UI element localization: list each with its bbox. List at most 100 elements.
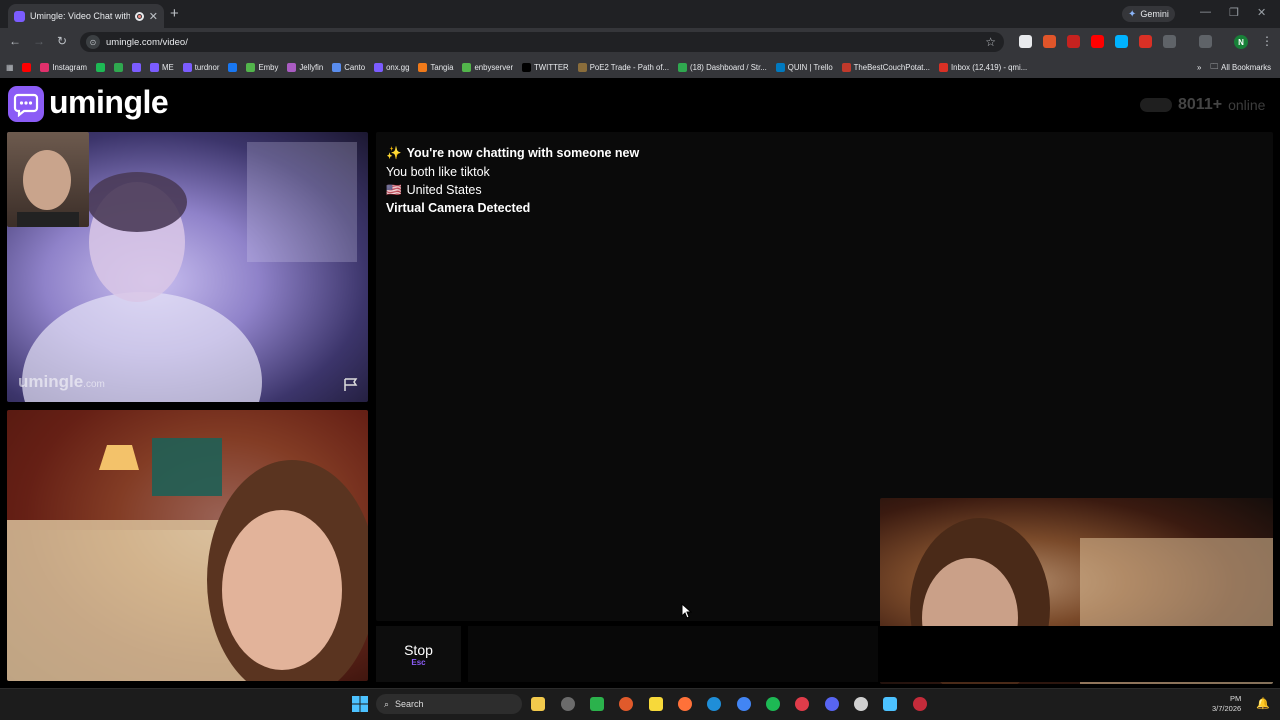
- bookmark-item[interactable]: QUIN | Trello: [775, 62, 833, 72]
- maximize-icon[interactable]: ❐: [1229, 6, 1239, 19]
- bookmark-item[interactable]: enbyserver: [462, 62, 513, 72]
- extension-shield-icon[interactable]: [1139, 35, 1152, 48]
- app-orange-icon[interactable]: [619, 697, 633, 711]
- bookmark-favicon-icon: [332, 62, 342, 72]
- firefox-icon[interactable]: [678, 697, 692, 711]
- notification-bell-icon[interactable]: 🔔: [1256, 697, 1270, 710]
- tab-strip: [0, 0, 1280, 28]
- chat-message-text: You're now chatting with someone new: [406, 146, 640, 160]
- bookmark-favicon-icon: [114, 62, 124, 72]
- bookmark-label: TWITTER: [534, 62, 569, 72]
- taskbar-clock[interactable]: PM 3/7/2026: [1212, 694, 1241, 714]
- bookmark-favicon-icon: [462, 62, 472, 72]
- file-explorer-icon[interactable]: [531, 697, 545, 711]
- bookmark-item[interactable]: Inbox (12,419) - qmi...: [938, 62, 1028, 72]
- message-input[interactable]: [468, 626, 878, 682]
- extension-translate-icon[interactable]: [1115, 35, 1128, 48]
- extension-k-icon[interactable]: [1019, 35, 1032, 48]
- browser-menu-icon[interactable]: ⋮: [1261, 34, 1273, 48]
- umingle-logo-icon[interactable]: [8, 86, 44, 122]
- bookmark-item[interactable]: TWITTER: [522, 62, 569, 72]
- gemini-button[interactable]: ✦ Gemini: [1122, 6, 1175, 22]
- bookmarks-overflow-icon[interactable]: »: [1197, 63, 1201, 72]
- profile-avatar[interactable]: N: [1234, 35, 1248, 49]
- stop-label: Stop: [404, 641, 433, 658]
- windows-start-icon[interactable]: [352, 696, 368, 717]
- browser-tab[interactable]: Umingle: Video Chat with S ✕: [8, 4, 164, 28]
- reload-icon[interactable]: ↻: [57, 34, 67, 48]
- bookmark-item[interactable]: turdnor: [182, 62, 219, 72]
- window-close-icon[interactable]: ✕: [1257, 6, 1266, 19]
- bookmark-item[interactable]: [228, 62, 238, 72]
- new-tab-button[interactable]: +: [170, 5, 179, 22]
- extensions-puzzle-icon[interactable]: [1163, 35, 1176, 48]
- clock-app-icon[interactable]: [561, 697, 575, 711]
- settings-gear-icon[interactable]: [854, 697, 868, 711]
- app-crimson-icon[interactable]: [913, 697, 927, 711]
- watermark-suffix: .com: [83, 379, 105, 390]
- bookmark-item[interactable]: Emby: [246, 62, 278, 72]
- site-info-icon[interactable]: ⊙: [86, 35, 100, 49]
- bookmark-item[interactable]: [96, 62, 106, 72]
- chat-message-text: United States: [406, 183, 482, 197]
- bookmark-item[interactable]: [22, 62, 32, 72]
- extension-youtube-icon[interactable]: [1091, 35, 1104, 48]
- bookmark-favicon-icon: [182, 62, 192, 72]
- address-bar[interactable]: ⊙ umingle.com/video/ ☆: [80, 32, 1004, 52]
- minimize-icon[interactable]: —: [1200, 6, 1211, 18]
- search-placeholder: Search: [395, 699, 424, 709]
- bookmark-star-icon[interactable]: ☆: [985, 35, 996, 49]
- app-red-icon[interactable]: [795, 697, 809, 711]
- extension-fox-icon[interactable]: [1043, 35, 1056, 48]
- discord-icon[interactable]: [825, 697, 839, 711]
- bookmark-favicon-icon: [522, 62, 532, 72]
- bookmark-label: (18) Dashboard / Str...: [690, 62, 767, 72]
- bookmarks-bar: ▦ Instagram ME turdnor Emby Jellyfin Canto onx…: [0, 56, 1280, 78]
- online-count: 8011+: [1178, 96, 1223, 113]
- bookmark-favicon-icon: [577, 62, 587, 72]
- chat-message: ✨ You're now chatting with someone new: [386, 146, 639, 161]
- taskbar: [0, 688, 1280, 720]
- bookmark-item[interactable]: TheBestCouchPotat...: [841, 62, 930, 72]
- spotify-icon[interactable]: [766, 697, 780, 711]
- stop-button[interactable]: Stop Esc: [376, 626, 461, 682]
- online-toggle[interactable]: [1140, 98, 1172, 112]
- bookmark-item[interactable]: Jellyfin: [287, 62, 323, 72]
- bookmark-item[interactable]: Tangia: [418, 62, 453, 72]
- bookmark-item[interactable]: Canto: [332, 62, 365, 72]
- notepad-icon[interactable]: [883, 697, 897, 711]
- all-bookmarks-button[interactable]: 🗀 All Bookmarks: [1210, 61, 1271, 74]
- bookmark-favicon-icon: [775, 62, 785, 72]
- forward-icon[interactable]: →: [33, 34, 45, 48]
- app-arrow-icon[interactable]: [590, 697, 604, 711]
- umingle-favicon-icon: [14, 10, 25, 22]
- bookmark-item[interactable]: [114, 62, 124, 72]
- sticky-notes-icon[interactable]: [649, 697, 663, 711]
- close-tab-icon[interactable]: ✕: [149, 10, 158, 23]
- clock-time: PM: [1229, 694, 1242, 703]
- clock-date: 3/7/2026: [1212, 704, 1242, 713]
- taskbar-search[interactable]: ⌕ Search: [376, 694, 522, 714]
- chrome-icon[interactable]: [737, 697, 751, 711]
- bookmark-item[interactable]: [132, 62, 142, 72]
- side-panel-icon[interactable]: [1199, 35, 1212, 48]
- bookmark-favicon-icon: [374, 62, 384, 72]
- umingle-logo-text[interactable]: umingle: [49, 84, 169, 121]
- bookmark-label: Inbox (12,419) - qmi...: [950, 62, 1028, 72]
- back-icon[interactable]: ←: [9, 34, 21, 48]
- report-flag-icon[interactable]: [343, 378, 359, 392]
- bookmark-item[interactable]: PoE2 Trade - Path of...: [577, 62, 669, 72]
- bookmark-favicon-icon: [938, 62, 948, 72]
- recording-icon: [134, 11, 144, 21]
- bookmark-item[interactable]: onx.gg: [374, 62, 409, 72]
- bookmark-favicon-icon: [132, 62, 142, 72]
- bookmark-favicon-icon: [228, 62, 238, 72]
- apps-grid-icon[interactable]: ▦: [6, 63, 13, 72]
- edge-icon[interactable]: [707, 697, 721, 711]
- mouse-cursor-icon: [681, 602, 693, 624]
- bookmark-item[interactable]: Instagram: [40, 62, 87, 72]
- bookmark-item[interactable]: (18) Dashboard / Str...: [678, 62, 767, 72]
- extension-record-icon[interactable]: [1067, 35, 1080, 48]
- us-flag-icon: 🇺🇸: [386, 183, 402, 197]
- bookmark-item[interactable]: ME: [150, 62, 174, 72]
